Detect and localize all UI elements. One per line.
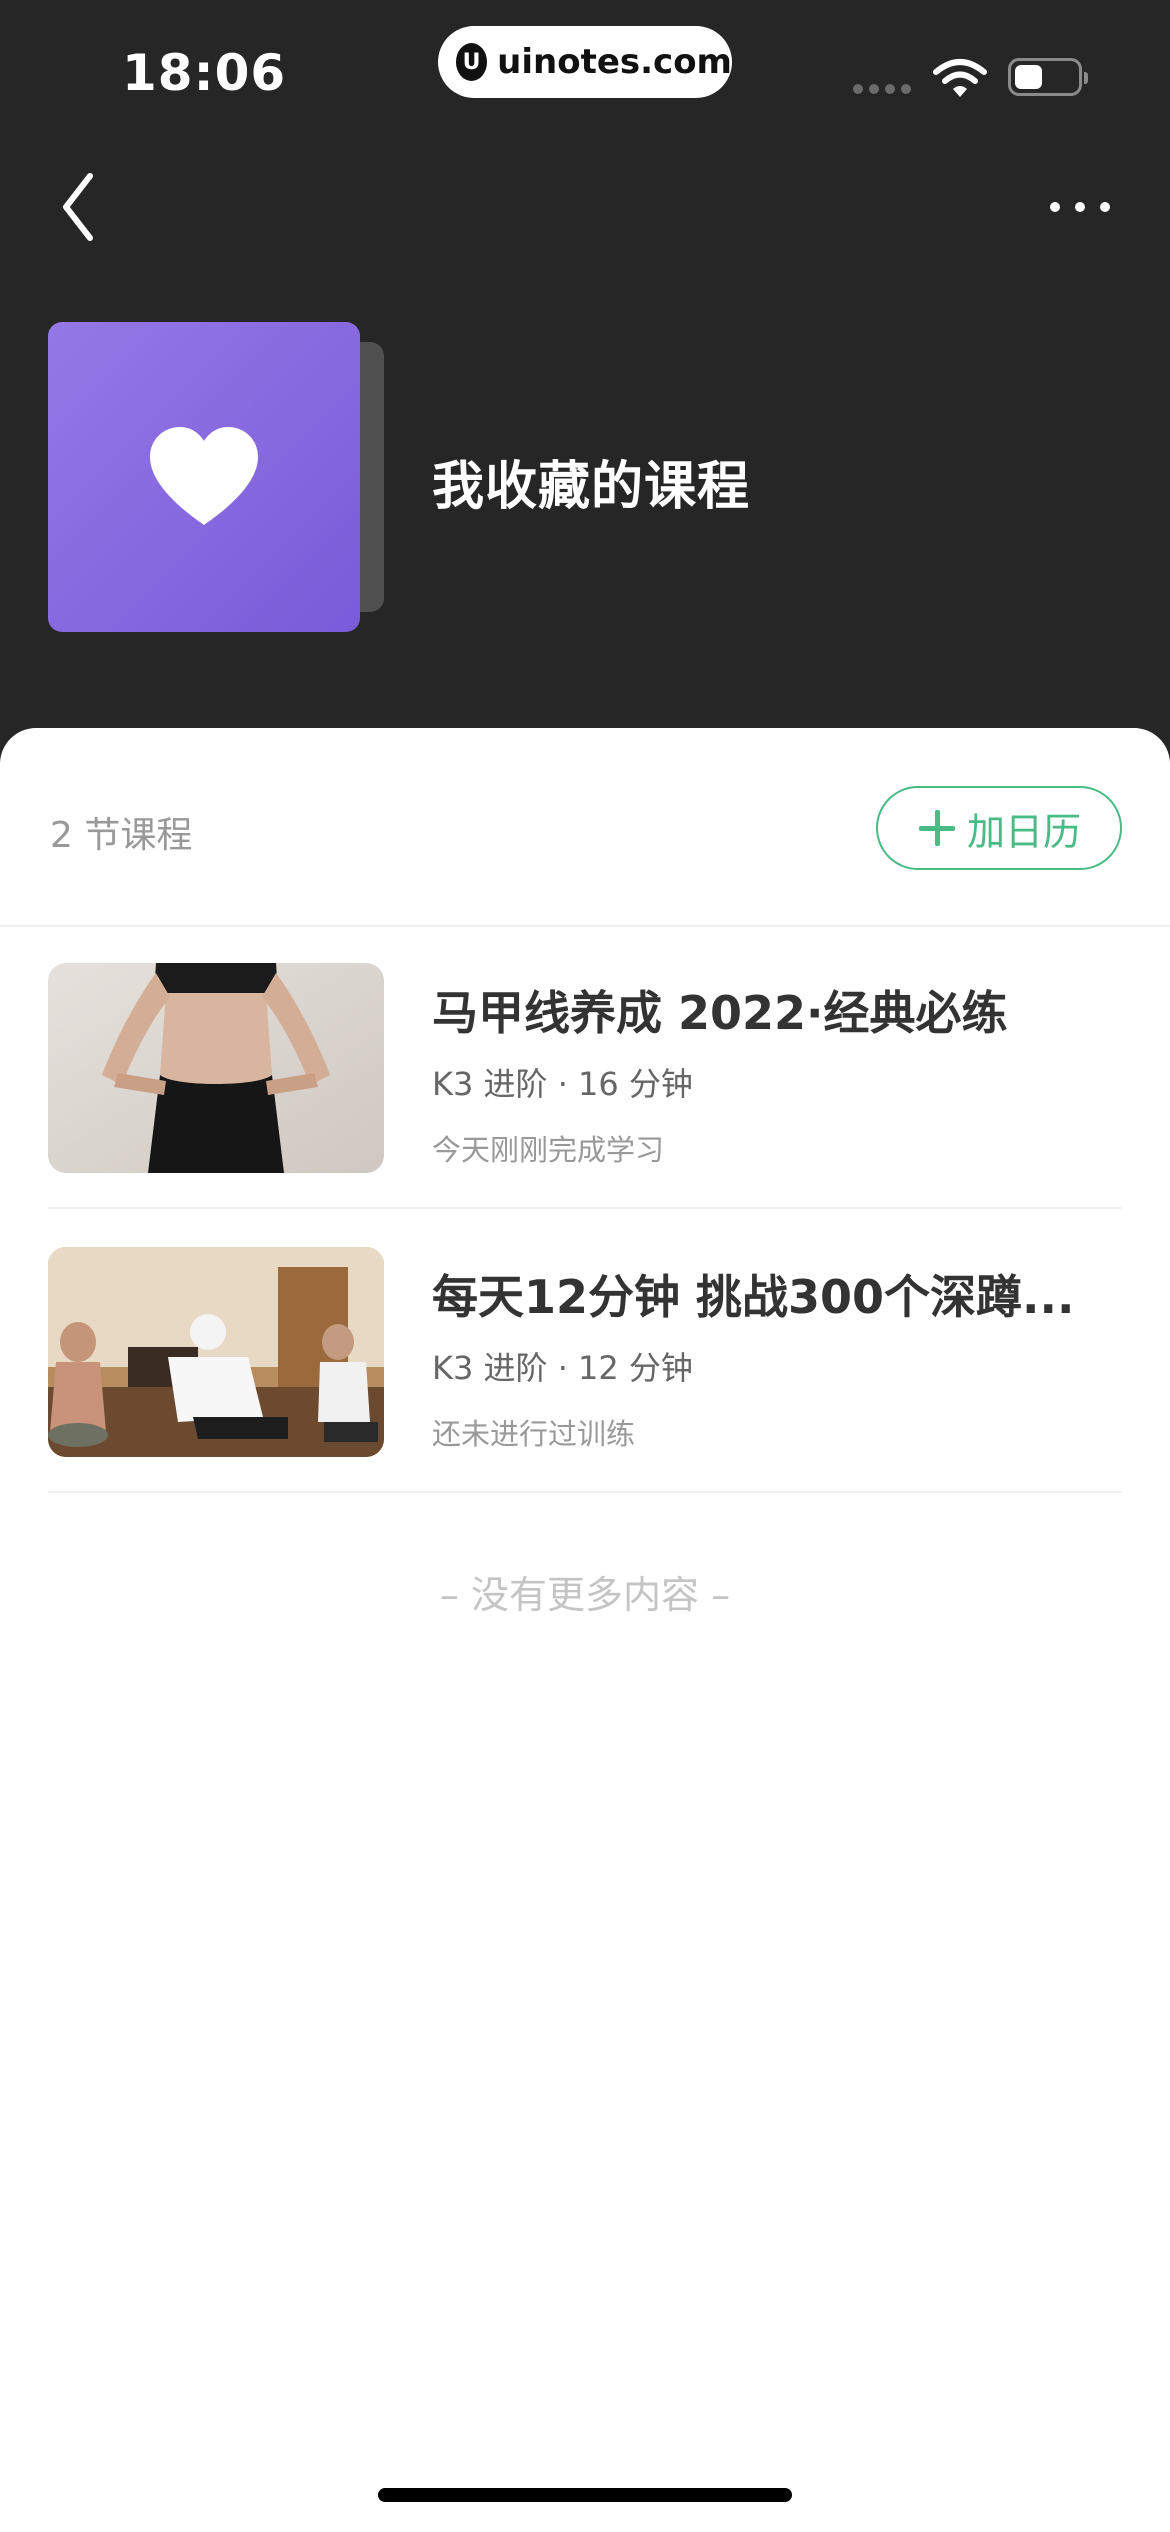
home-indicator[interactable] <box>378 2488 792 2502</box>
collection-cover <box>48 322 360 632</box>
status-bar: 18:06 U uinotes.com <box>0 0 1170 140</box>
heart-icon <box>150 427 258 525</box>
site-logo-icon: U <box>456 43 488 81</box>
course-status: 还未进行过训练 <box>432 1417 636 1451</box>
chevron-left-icon <box>63 173 93 241</box>
add-calendar-label: 加日历 <box>966 811 1081 854</box>
course-status: 今天刚刚完成学习 <box>432 1133 665 1167</box>
plus-icon <box>917 808 957 848</box>
course-item[interactable]: 马甲线养成 2022·经典必练 K3 进阶 · 16 分钟 今天刚刚完成学习 <box>48 927 1122 1209</box>
course-title: 马甲线养成 2022·经典必练 <box>432 986 1008 1040</box>
battery-icon <box>1008 58 1088 96</box>
add-calendar-button[interactable]: 加日历 <box>876 786 1122 870</box>
url-pill[interactable]: U uinotes.com <box>438 26 732 98</box>
no-more-content: – 没有更多内容 – <box>439 1573 731 1617</box>
signal-dots-icon <box>853 84 911 94</box>
course-title: 每天12分钟 挑战300个深蹲... <box>432 1270 1075 1324</box>
more-dot <box>1100 202 1110 212</box>
course-thumbnail <box>48 1247 384 1457</box>
status-time: 18:06 <box>122 44 287 102</box>
header: 18:06 U uinotes.com 我收藏的课程 <box>0 0 1170 780</box>
url-text: uinotes.com <box>497 42 732 82</box>
more-dot <box>1050 202 1060 212</box>
divider <box>48 1491 1122 1493</box>
page-title: 我收藏的课程 <box>432 457 751 517</box>
wifi-icon <box>933 59 987 97</box>
course-meta: K3 进阶 · 12 分钟 <box>432 1349 693 1387</box>
divider <box>48 1207 1122 1209</box>
more-button[interactable] <box>1050 188 1110 226</box>
more-dot <box>1075 202 1085 212</box>
course-thumbnail <box>48 963 384 1173</box>
course-meta: K3 进阶 · 16 分钟 <box>432 1065 693 1103</box>
course-item[interactable]: 每天12分钟 挑战300个深蹲... K3 进阶 · 12 分钟 还未进行过训练 <box>48 1211 1122 1493</box>
back-button[interactable] <box>56 170 116 244</box>
course-count: 2 节课程 <box>50 815 193 856</box>
battery-level <box>1015 65 1042 89</box>
